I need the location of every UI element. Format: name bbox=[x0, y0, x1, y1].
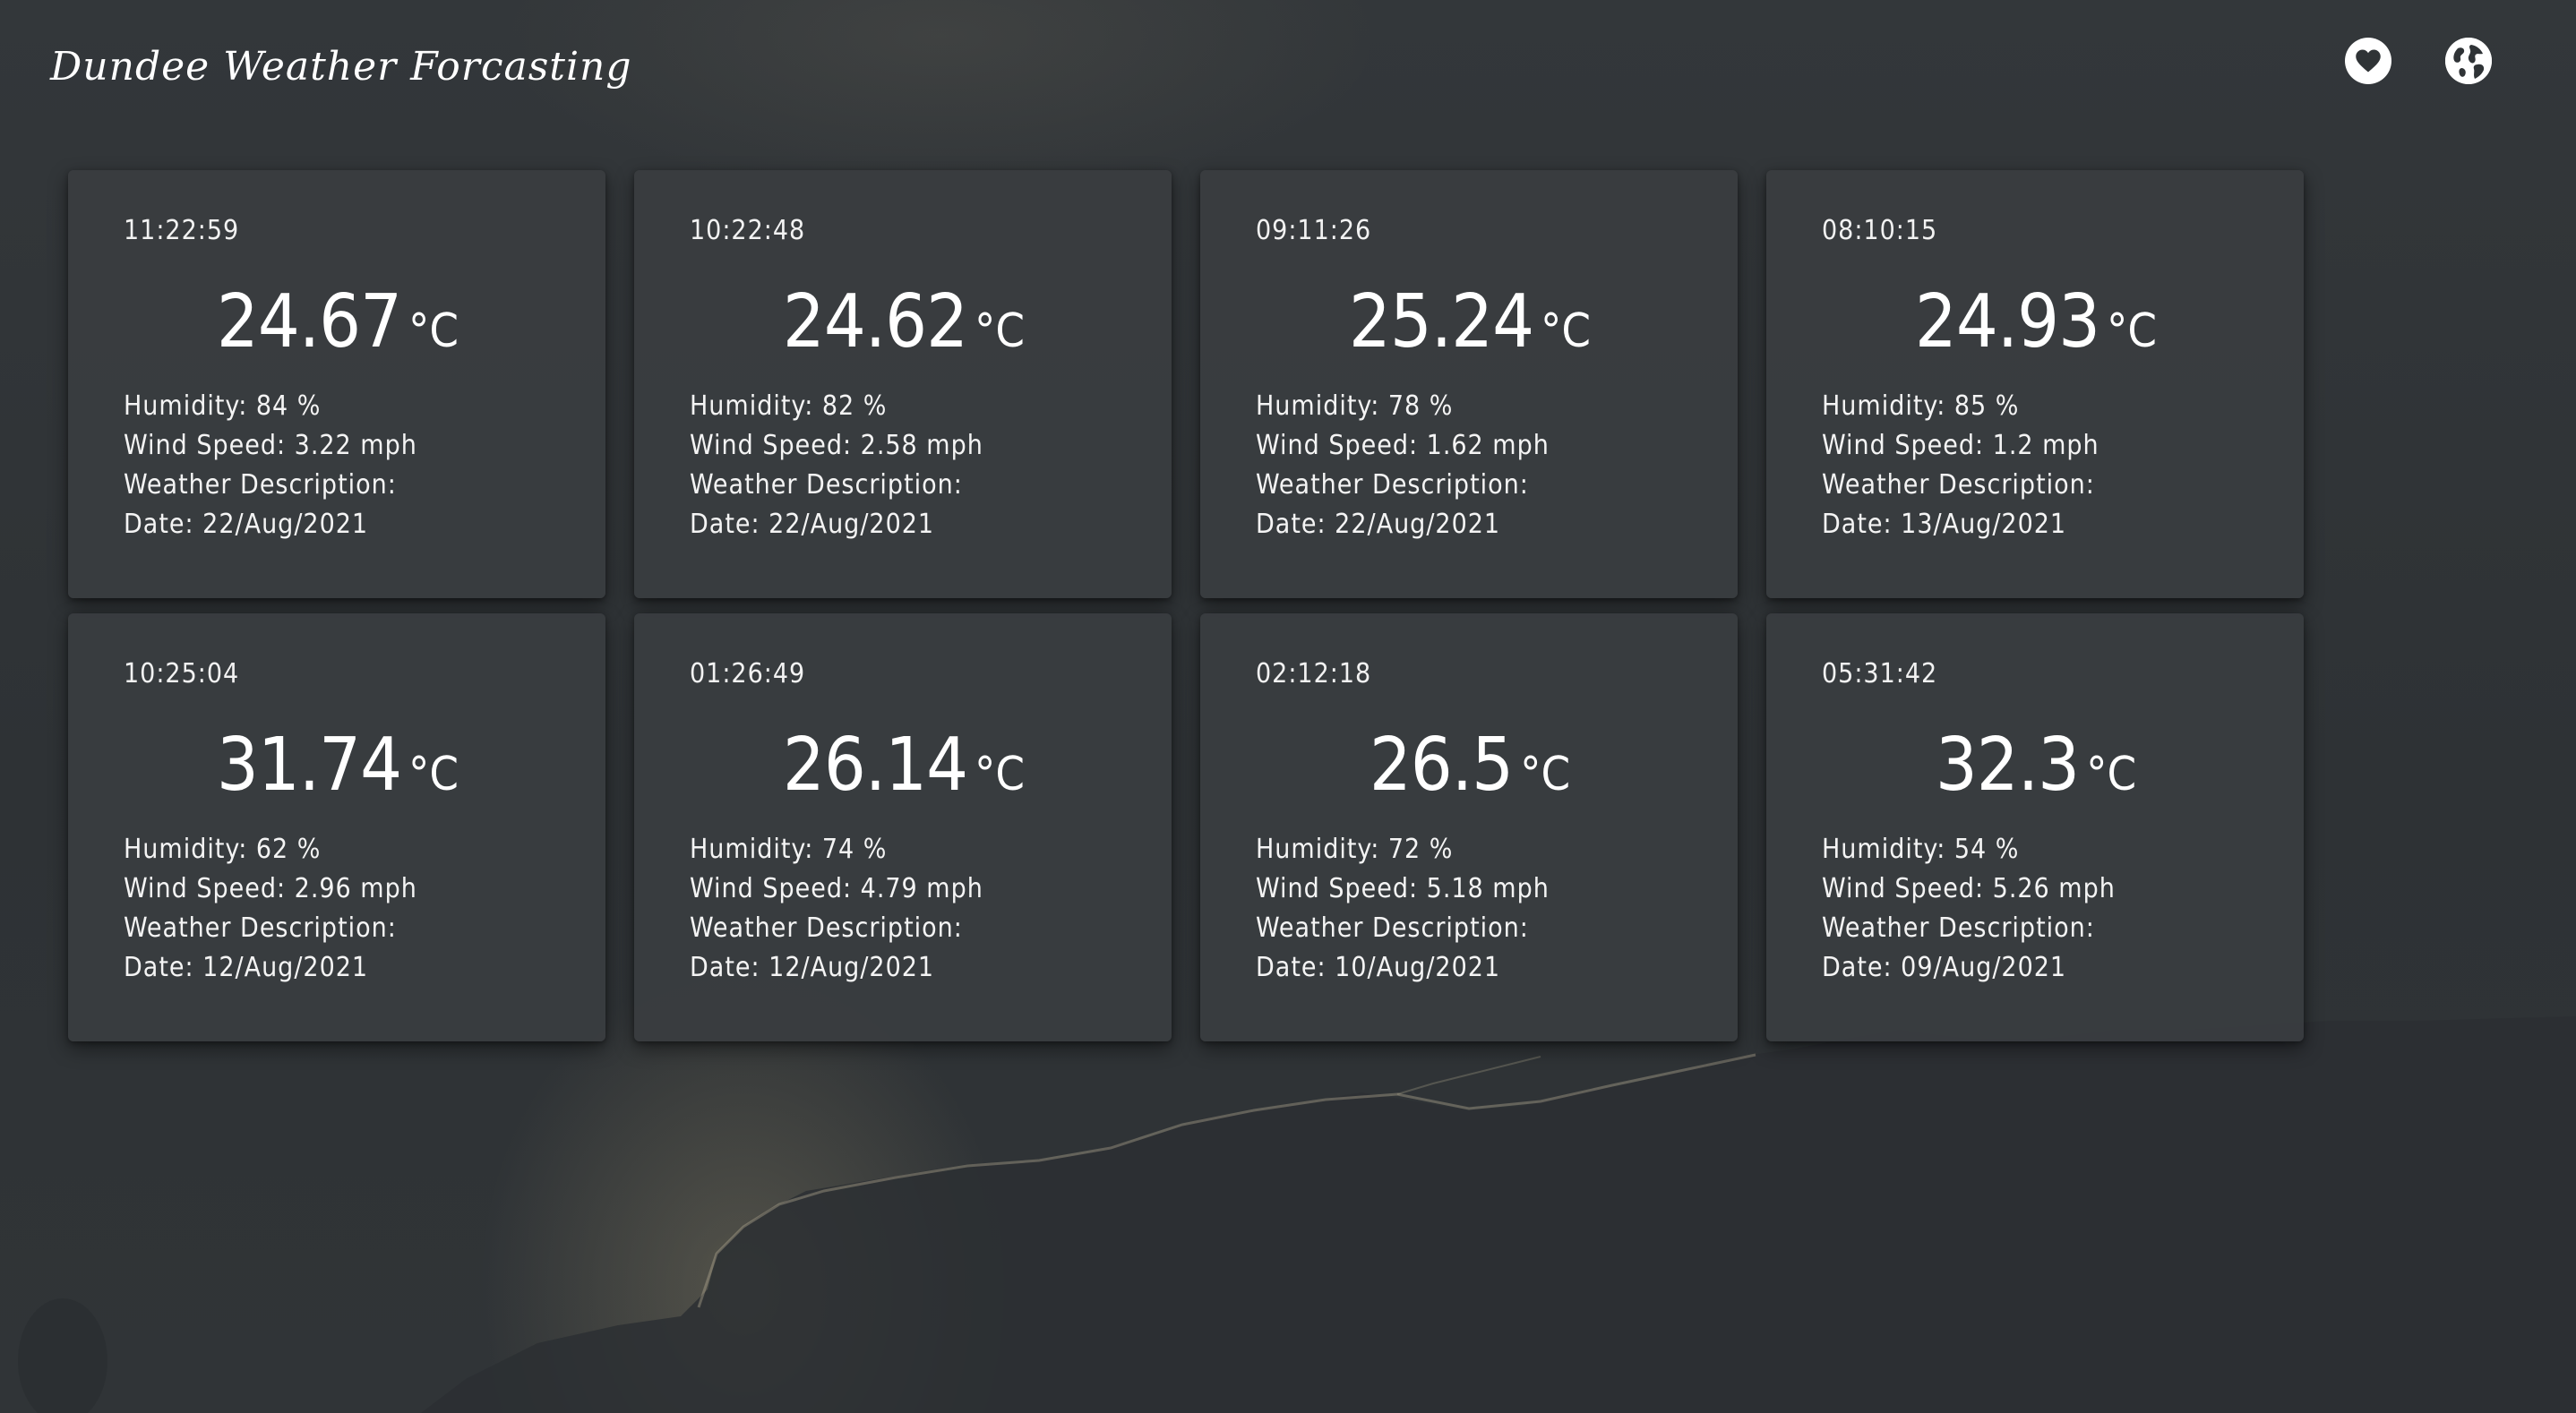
weather-details: Humidity: 74 % Wind Speed: 4.79 mph Weat… bbox=[690, 830, 1118, 988]
globe-button[interactable] bbox=[2445, 38, 2492, 84]
date-text: Date: 12/Aug/2021 bbox=[124, 952, 369, 983]
temperature-value: 31.74 bbox=[216, 723, 402, 808]
weather-description-text: Weather Description: bbox=[124, 469, 397, 501]
weather-description-text: Weather Description: bbox=[1822, 469, 2095, 501]
temperature-value: 26.14 bbox=[782, 723, 968, 808]
app-logo-title[interactable]: Dundee Weather Forcasting bbox=[50, 44, 632, 90]
card-time: 10:25:04 bbox=[124, 658, 240, 689]
wind-speed-text: Wind Speed: 1.2 mph bbox=[1822, 430, 2099, 461]
date-text: Date: 22/Aug/2021 bbox=[124, 509, 369, 540]
wind-speed-text: Wind Speed: 4.79 mph bbox=[690, 873, 983, 904]
header-icons bbox=[2345, 38, 2492, 84]
card-time: 02:12:18 bbox=[1256, 658, 1372, 689]
card-time: 10:22:48 bbox=[690, 215, 806, 246]
weather-description-text: Weather Description: bbox=[1822, 912, 2095, 944]
temperature-value: 24.93 bbox=[1914, 279, 2100, 364]
humidity-text: Humidity: 72 % bbox=[1256, 834, 1454, 865]
wind-speed-text: Wind Speed: 2.58 mph bbox=[690, 430, 983, 461]
weather-card[interactable]: 10:25:04 31.74 °C Humidity: 62 % Wind Spe… bbox=[68, 613, 605, 1041]
card-time: 09:11:26 bbox=[1256, 215, 1372, 246]
humidity-text: Humidity: 74 % bbox=[690, 834, 888, 865]
weather-card[interactable]: 08:10:15 24.93 °C Humidity: 85 % Wind Spe… bbox=[1766, 170, 2304, 598]
temperature-row: 24.67 °C bbox=[124, 279, 552, 365]
weather-card[interactable]: 09:11:26 25.24 °C Humidity: 78 % Wind Spe… bbox=[1200, 170, 1738, 598]
temperature-row: 24.62 °C bbox=[690, 279, 1118, 365]
weather-card[interactable]: 05:31:42 32.3 °C Humidity: 54 % Wind Spee… bbox=[1766, 613, 2304, 1041]
weather-description-text: Weather Description: bbox=[124, 912, 397, 944]
weather-card[interactable]: 11:22:59 24.67 °C Humidity: 84 % Wind Spe… bbox=[68, 170, 605, 598]
weather-details: Humidity: 82 % Wind Speed: 2.58 mph Weat… bbox=[690, 387, 1118, 544]
temperature-row: 26.5 °C bbox=[1256, 723, 1684, 809]
weather-card[interactable]: 10:22:48 24.62 °C Humidity: 82 % Wind Spe… bbox=[634, 170, 1172, 598]
temperature-unit: °C bbox=[975, 748, 1026, 801]
humidity-text: Humidity: 54 % bbox=[1822, 834, 2020, 865]
card-time: 05:31:42 bbox=[1822, 658, 1938, 689]
favorites-button[interactable] bbox=[2345, 38, 2391, 84]
date-text: Date: 22/Aug/2021 bbox=[690, 509, 935, 540]
globe-icon bbox=[2445, 38, 2492, 84]
weather-details: Humidity: 54 % Wind Speed: 5.26 mph Weat… bbox=[1822, 830, 2250, 988]
temperature-value: 24.62 bbox=[782, 279, 968, 364]
weather-description-text: Weather Description: bbox=[1256, 912, 1529, 944]
humidity-text: Humidity: 78 % bbox=[1256, 390, 1454, 422]
weather-description-text: Weather Description: bbox=[1256, 469, 1529, 501]
temperature-unit: °C bbox=[2086, 748, 2137, 801]
weather-details: Humidity: 78 % Wind Speed: 1.62 mph Weat… bbox=[1256, 387, 1684, 544]
temperature-unit: °C bbox=[408, 748, 459, 801]
weather-details: Humidity: 85 % Wind Speed: 1.2 mph Weath… bbox=[1822, 387, 2250, 544]
temperature-row: 32.3 °C bbox=[1822, 723, 2250, 809]
weather-details: Humidity: 72 % Wind Speed: 5.18 mph Weat… bbox=[1256, 830, 1684, 988]
wind-speed-text: Wind Speed: 1.62 mph bbox=[1256, 430, 1550, 461]
date-text: Date: 12/Aug/2021 bbox=[690, 952, 935, 983]
humidity-text: Humidity: 82 % bbox=[690, 390, 888, 422]
temperature-value: 24.67 bbox=[216, 279, 402, 364]
temperature-unit: °C bbox=[1520, 748, 1571, 801]
card-time: 08:10:15 bbox=[1822, 215, 1938, 246]
weather-card-grid: 11:22:59 24.67 °C Humidity: 84 % Wind Spe… bbox=[68, 170, 2304, 1041]
temperature-row: 31.74 °C bbox=[124, 723, 552, 809]
temperature-row: 24.93 °C bbox=[1822, 279, 2250, 365]
humidity-text: Humidity: 85 % bbox=[1822, 390, 2020, 422]
temperature-unit: °C bbox=[975, 304, 1026, 358]
card-time: 11:22:59 bbox=[124, 215, 240, 246]
temperature-row: 26.14 °C bbox=[690, 723, 1118, 809]
date-text: Date: 09/Aug/2021 bbox=[1822, 952, 2067, 983]
wind-speed-text: Wind Speed: 5.26 mph bbox=[1822, 873, 2116, 904]
wind-speed-text: Wind Speed: 5.18 mph bbox=[1256, 873, 1550, 904]
temperature-unit: °C bbox=[2107, 304, 2158, 358]
weather-card[interactable]: 02:12:18 26.5 °C Humidity: 72 % Wind Spee… bbox=[1200, 613, 1738, 1041]
weather-card[interactable]: 01:26:49 26.14 °C Humidity: 74 % Wind Spe… bbox=[634, 613, 1172, 1041]
heart-icon bbox=[2356, 49, 2381, 73]
humidity-text: Humidity: 84 % bbox=[124, 390, 322, 422]
wind-speed-text: Wind Speed: 2.96 mph bbox=[124, 873, 417, 904]
temperature-unit: °C bbox=[408, 304, 459, 358]
weather-details: Humidity: 62 % Wind Speed: 2.96 mph Weat… bbox=[124, 830, 552, 988]
temperature-value: 25.24 bbox=[1348, 279, 1534, 364]
date-text: Date: 22/Aug/2021 bbox=[1256, 509, 1501, 540]
temperature-value: 32.3 bbox=[1935, 723, 2080, 808]
wind-speed-text: Wind Speed: 3.22 mph bbox=[124, 430, 417, 461]
app-header: Dundee Weather Forcasting bbox=[50, 30, 632, 102]
card-time: 01:26:49 bbox=[690, 658, 806, 689]
temperature-unit: °C bbox=[1541, 304, 1592, 358]
date-text: Date: 13/Aug/2021 bbox=[1822, 509, 2067, 540]
temperature-value: 26.5 bbox=[1369, 723, 1514, 808]
weather-description-text: Weather Description: bbox=[690, 469, 963, 501]
temperature-row: 25.24 °C bbox=[1256, 279, 1684, 365]
date-text: Date: 10/Aug/2021 bbox=[1256, 952, 1501, 983]
weather-description-text: Weather Description: bbox=[690, 912, 963, 944]
humidity-text: Humidity: 62 % bbox=[124, 834, 322, 865]
weather-details: Humidity: 84 % Wind Speed: 3.22 mph Weat… bbox=[124, 387, 552, 544]
